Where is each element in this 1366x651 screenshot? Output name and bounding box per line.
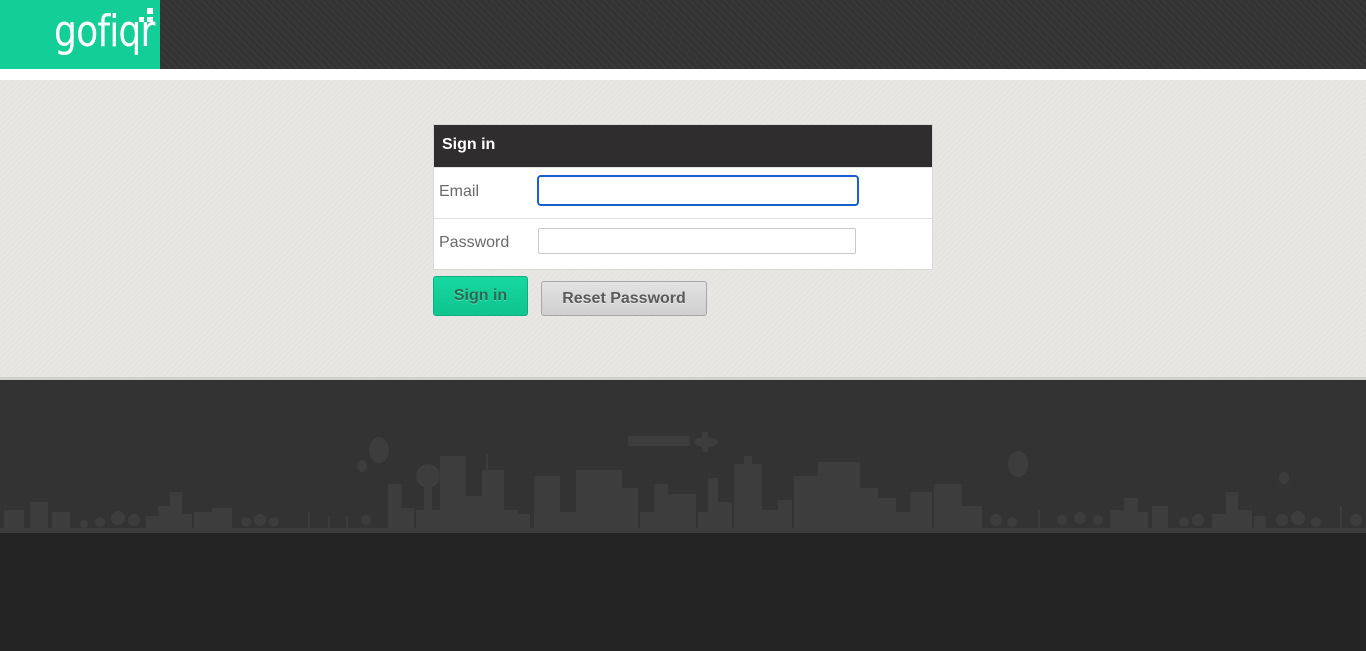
gofiqr-logo[interactable]: gofiqr [0, 0, 160, 71]
password-field[interactable] [538, 228, 856, 254]
footer-ground [0, 533, 1366, 651]
header-separator [0, 69, 1366, 80]
sign-in-panel-title: Sign in [434, 125, 932, 167]
gofiqr-logo-icon [139, 8, 153, 22]
reset-password-button[interactable]: Reset Password [541, 281, 707, 316]
password-row: Password [434, 218, 932, 269]
top-header-bar [0, 0, 1366, 69]
password-label: Password [439, 234, 510, 251]
email-label: Email [439, 183, 480, 200]
sign-in-panel: Sign in Email Password [433, 124, 933, 270]
email-field[interactable] [537, 175, 859, 206]
sign-in-button[interactable]: Sign in [433, 276, 528, 316]
email-row: Email [434, 167, 932, 218]
city-skyline-icon [0, 432, 1366, 534]
